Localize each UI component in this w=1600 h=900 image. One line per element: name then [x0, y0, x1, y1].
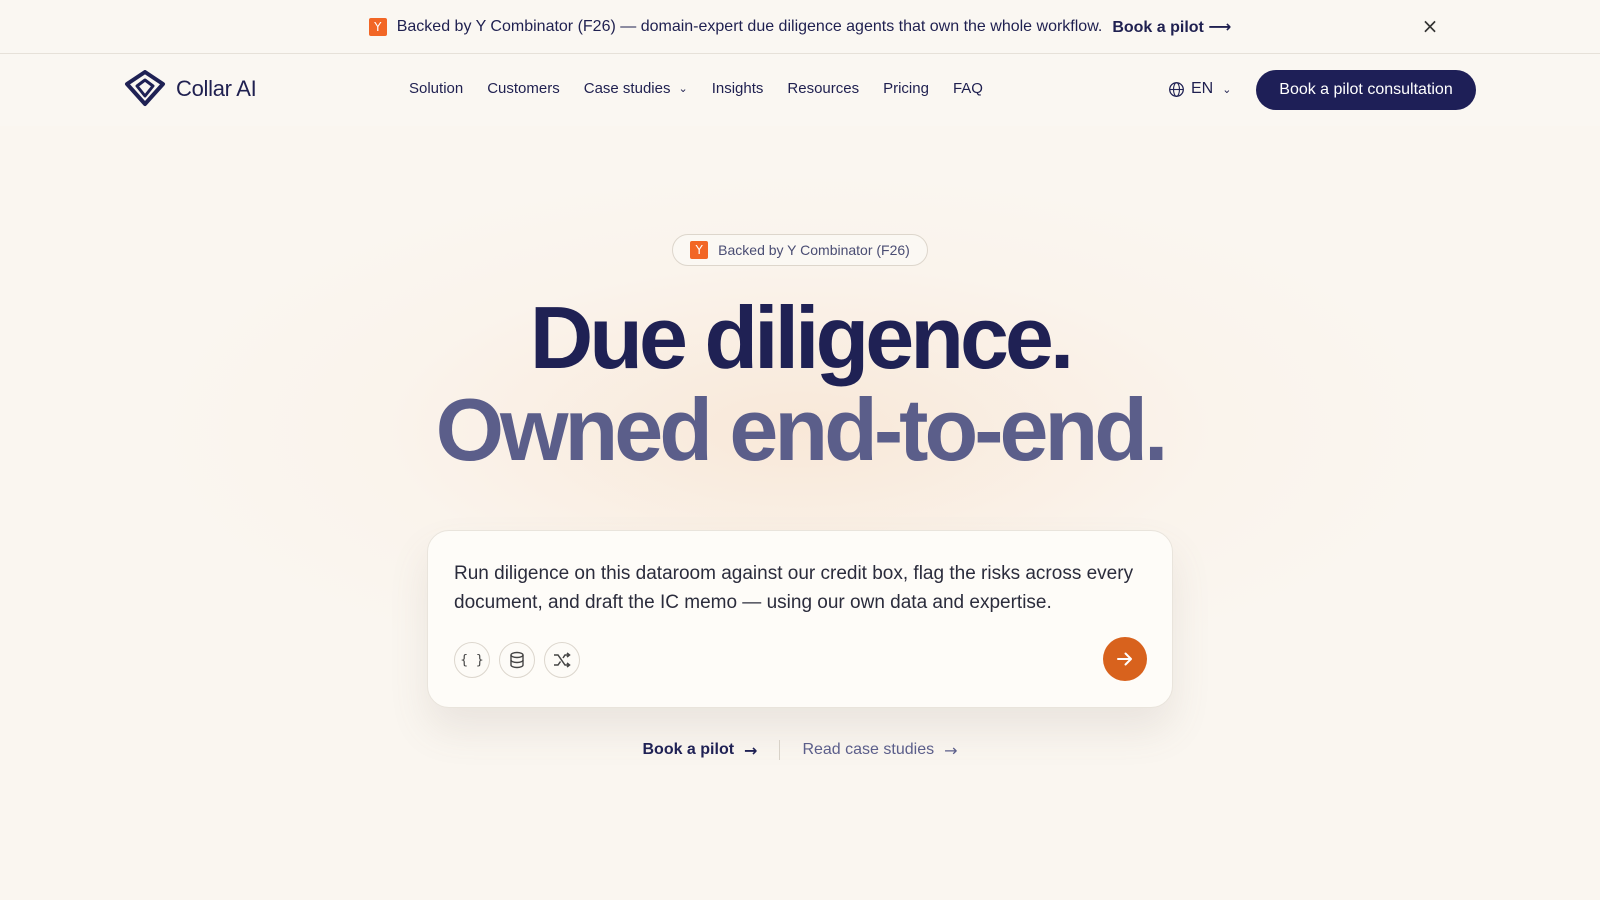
arrow-right-icon: [1117, 652, 1132, 666]
yc-backed-pill: Y Backed by Y Combinator (F26): [672, 234, 928, 266]
nav-item-case-studies[interactable]: Case studies ⌄: [584, 80, 688, 97]
divider: [779, 740, 781, 760]
nav-label: Solution: [409, 80, 464, 97]
announcement-bar: Y Backed by Y Combinator (F26) — domain-…: [0, 0, 1600, 54]
prompt-box[interactable]: Run diligence on this dataroom against o…: [427, 530, 1173, 708]
send-arrow-button[interactable]: [1103, 637, 1147, 681]
arrow-right-icon: →: [944, 740, 958, 760]
book-pilot-consultation-button[interactable]: Book a pilot consultation: [1256, 70, 1476, 110]
nav-item-customers[interactable]: Customers: [487, 80, 560, 97]
headline-secondary: Owned end-to-end.: [435, 380, 1169, 479]
shuffle-icon[interactable]: [544, 642, 580, 678]
prompt-text[interactable]: Run diligence on this dataroom against o…: [454, 559, 1144, 617]
brand-logo[interactable]: Collar AI: [124, 70, 257, 108]
announcement-book-pilot-link[interactable]: Book a pilot ⟶: [1112, 17, 1231, 37]
arrow-right-icon: →: [744, 740, 758, 760]
nav-item-solution[interactable]: Solution: [409, 80, 463, 97]
chevron-down-icon: ⌄: [1222, 82, 1232, 96]
language-selector[interactable]: EN ⌄: [1168, 80, 1231, 98]
nav-label: Pricing: [883, 80, 929, 97]
link-label: Read case studies: [802, 741, 935, 758]
headline-primary: Due diligence.: [529, 288, 1075, 387]
collar-logo-icon: [125, 70, 165, 106]
yc-logo-icon: Y: [690, 241, 709, 259]
language-label: EN: [1191, 80, 1214, 97]
read-case-studies-link[interactable]: Read case studies →: [802, 741, 957, 760]
announcement-text: Backed by Y Combinator (F26) — domain-ex…: [396, 17, 1103, 35]
nav-label: Insights: [711, 80, 764, 97]
nav-label: Resources: [787, 80, 860, 97]
yc-logo-icon: Y: [368, 17, 387, 36]
database-icon[interactable]: [499, 642, 535, 678]
nav-item-pricing[interactable]: Pricing: [883, 80, 929, 97]
nav-label: Customers: [487, 80, 560, 97]
globe-icon: [1169, 81, 1184, 97]
braces-icon[interactable]: { }: [454, 642, 490, 678]
close-icon[interactable]: ×: [1420, 16, 1440, 37]
nav-menu: Solution Customers Case studies ⌄ Insight…: [409, 80, 1007, 97]
nav-item-resources[interactable]: Resources: [787, 80, 859, 97]
chevron-down-icon: ⌄: [678, 82, 688, 95]
nav-item-insights[interactable]: Insights: [712, 80, 764, 97]
book-pilot-link[interactable]: Book a pilot →: [642, 741, 757, 760]
nav-item-faq[interactable]: FAQ: [953, 80, 983, 97]
brand-name: Collar AI: [176, 76, 257, 101]
link-label: Book a pilot: [642, 741, 735, 758]
nav-label: FAQ: [952, 80, 983, 97]
main-nav: Collar AI Solution Customers Case studie…: [0, 54, 1600, 126]
hero-links: Book a pilot → Read case studies →: [0, 740, 1600, 760]
pill-text: Backed by Y Combinator (F26): [718, 242, 910, 258]
nav-label: Case studies: [583, 80, 671, 97]
